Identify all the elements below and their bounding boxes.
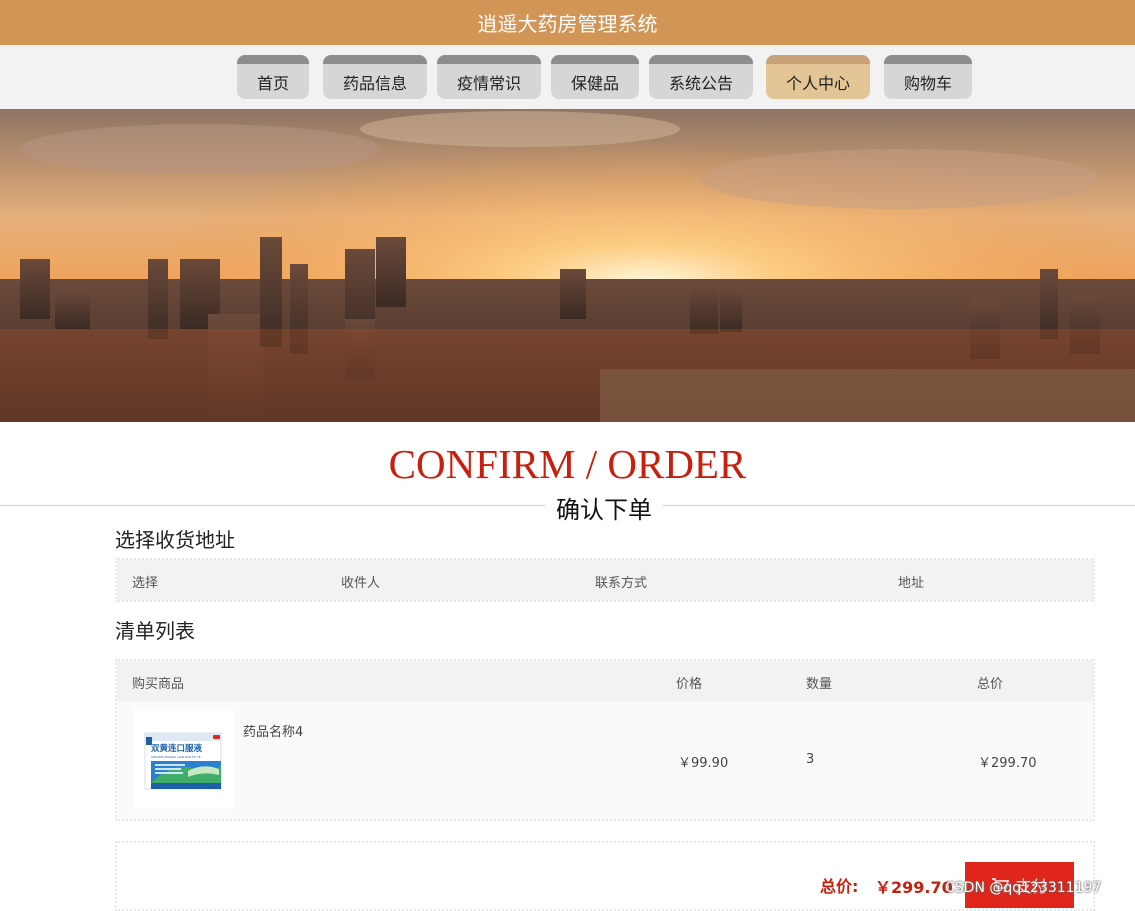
total-label: 总价: [820,877,859,896]
nav-home[interactable]: 首页 [237,55,309,99]
order-items-table: 购买商品 价格 数量 总价 双黄连口服液 SHUANG HUANG LIAN K… [115,659,1095,821]
product-image-subtitle: SHUANG HUANG LIAN KOU FU YE [151,755,201,759]
table-row: 双黄连口服液 SHUANG HUANG LIAN KOU FU YE 药品名称4… [117,701,1093,819]
nav-announcements[interactable]: 系统公告 [649,55,753,99]
product-image-label: 双黄连口服液 [151,743,203,754]
address-table-header: 选择 收件人 联系方式 地址 [117,560,1093,600]
order-summary: 总价: ￥299.70 支付 [115,841,1095,911]
address-table: 选择 收件人 联系方式 地址 [115,558,1095,602]
col-price: 价格 [676,677,703,692]
page-heading-en: CONFIRM / ORDER [388,441,747,487]
total-value: ￥299.70 [875,878,953,897]
nav-health-products[interactable]: 保健品 [551,55,639,99]
app-title: 逍遥大药房管理系统 [477,12,658,36]
product-price: ￥99.90 [678,756,729,771]
product-subtotal: ￥299.70 [978,756,1037,771]
product-name[interactable]: 药品名称4 [243,721,303,740]
col-quantity: 数量 [806,677,833,692]
product-image[interactable]: 双黄连口服液 SHUANG HUANG LIAN KOU FU YE [133,709,233,809]
nav-epidemic-knowledge[interactable]: 疫情常识 [437,55,541,99]
col-address: 地址 [898,576,925,591]
city-sunset-image [0,109,1135,422]
nav-cart[interactable]: 购物车 [884,55,972,99]
col-contact: 联系方式 [595,576,648,591]
col-subtotal: 总价 [977,677,1004,692]
nav-personal-center[interactable]: 个人中心 [766,55,870,99]
col-product: 购买商品 [132,677,185,692]
hero-banner [0,109,1135,422]
product-quantity: 3 [806,752,815,767]
address-section-title: 选择收货地址 [115,528,235,552]
main-nav: 首页 药品信息 疫情常识 保健品 系统公告 个人中心 购物车 [0,45,1135,109]
col-recipient: 收件人 [341,576,381,591]
order-items-header: 购买商品 价格 数量 总价 [117,661,1093,701]
top-header: 逍遥大药房管理系统 [0,0,1135,45]
list-section-title: 清单列表 [115,619,195,643]
nav-drug-info[interactable]: 药品信息 [323,55,427,99]
csdn-watermark: CSDN @qq123311197 [945,880,1102,896]
page-heading-cn: 确认下单 [545,490,663,525]
col-select: 选择 [132,576,159,591]
